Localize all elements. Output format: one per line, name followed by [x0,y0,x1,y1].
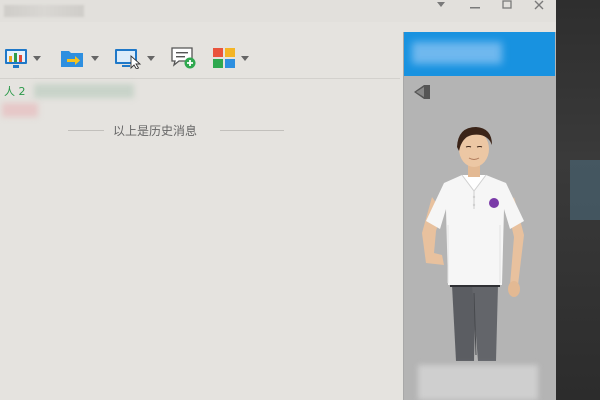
chart-button[interactable] [4,46,41,70]
dropdown-icon[interactable] [432,0,450,14]
divider-line [220,130,284,131]
collapse-icon[interactable] [410,82,436,102]
avatar-figure [414,125,534,369]
chevron-down-icon [91,55,99,61]
apps-grid-icon [212,47,236,69]
message-add-icon [170,46,198,70]
chevron-down-icon [33,55,41,61]
redacted-text [2,103,38,117]
history-divider-text: 以上是历史消息 [113,124,198,138]
divider-line [68,130,104,131]
chat-window: 人 2 以上是历史消息 [0,0,556,400]
apps-button[interactable] [212,46,249,70]
history-divider: 以上是历史消息 [0,122,400,138]
background-blur [570,160,600,220]
maximize-icon[interactable] [498,0,516,14]
screen-share-icon [114,47,142,69]
side-panel [403,32,556,400]
panel-footer-blur [418,365,538,400]
chevron-down-icon [241,55,249,61]
close-icon[interactable] [530,0,548,14]
banner-blur [412,42,502,64]
message-add-button[interactable] [170,46,198,70]
screen-share-button[interactable] [114,46,155,70]
chart-icon [4,47,28,69]
title-bar [0,0,556,22]
redacted-text [34,84,134,98]
chevron-down-icon [147,55,155,61]
file-transfer-button[interactable] [60,46,99,70]
message-area[interactable]: 人 2 以上是历史消息 [0,79,400,400]
promo-banner[interactable] [404,32,555,76]
background-window-edge [556,0,600,400]
member-count: 人 2 [4,85,26,98]
minimize-icon[interactable] [466,0,484,14]
title-blur [4,5,84,17]
folder-transfer-icon [60,47,86,69]
toolbar [0,40,400,78]
